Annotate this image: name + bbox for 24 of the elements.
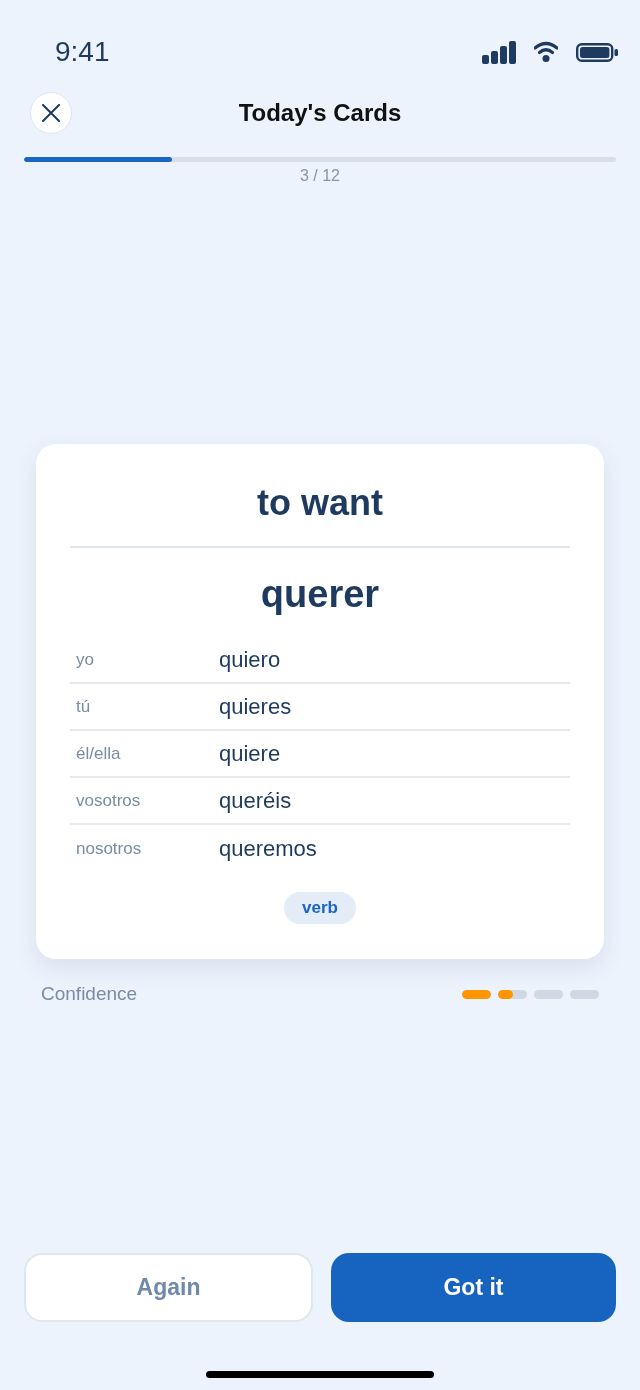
conjugation-pronoun: vosotros	[76, 790, 142, 811]
conjugation-form: quiere	[219, 740, 281, 767]
battery-icon	[576, 42, 618, 62]
card-translation: to want	[257, 481, 383, 525]
close-button[interactable]	[30, 92, 72, 134]
again-button[interactable]: Again	[24, 1253, 313, 1322]
conjugation-pronoun: yo	[76, 649, 95, 670]
conjugation-form: queremos	[219, 835, 317, 862]
signal-icon	[482, 40, 516, 64]
conjugation-form: quieres	[219, 693, 292, 720]
conjugation-form: queréis	[219, 787, 292, 814]
card-word: querer	[260, 572, 380, 617]
conjugation-pronoun: tú	[76, 696, 92, 717]
wifi-icon	[534, 41, 558, 63]
word-type-tag: verb	[284, 892, 356, 924]
conjugation-pronoun: él/ella	[76, 743, 122, 764]
confidence-label: Confidence	[41, 983, 138, 1005]
conjugation-pronoun: nosotros	[76, 838, 143, 859]
conjugation-form: quiero	[219, 646, 281, 673]
got-it-button[interactable]: Got it	[331, 1253, 616, 1322]
close-icon	[42, 104, 60, 122]
status-time: 9:41	[55, 36, 110, 68]
screen-title: Today's Cards	[238, 99, 402, 127]
progress-counter: 3 / 12	[300, 166, 340, 186]
